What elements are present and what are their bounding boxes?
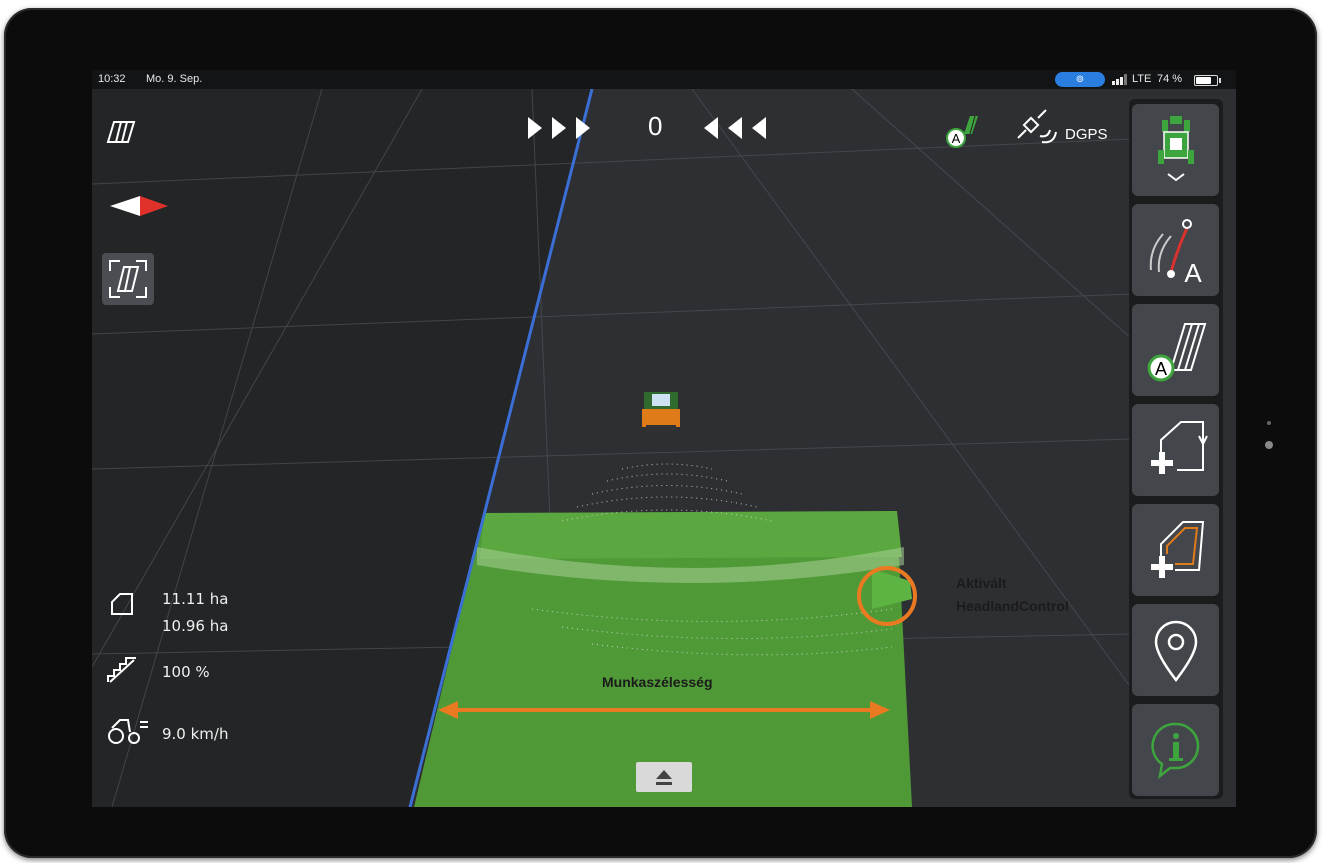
- area-icon: [111, 593, 133, 615]
- satellite-icon: [1017, 109, 1057, 144]
- svg-text:A: A: [952, 131, 961, 146]
- application-rate: 100 %: [162, 663, 210, 681]
- application-rate-icon: [107, 657, 136, 683]
- add-headland-icon: [1150, 521, 1204, 578]
- add-field-boundary-icon: [1150, 421, 1208, 474]
- auto-section-button[interactable]: A: [1132, 304, 1219, 396]
- hotspot-icon: ⊚: [1055, 72, 1105, 87]
- speed-value: 9.0 km/h: [162, 725, 229, 743]
- location-button[interactable]: [1132, 604, 1219, 696]
- info-icon: [1150, 722, 1199, 780]
- status-time: 10:32: [98, 73, 126, 85]
- headland-label-line1: Aktivált: [956, 575, 1007, 591]
- add-headland-button[interactable]: [1132, 504, 1219, 596]
- battery-percent: 74 %: [1157, 73, 1183, 85]
- area-total: 11.11 ha: [162, 590, 229, 608]
- implement-menu-button[interactable]: [1132, 104, 1219, 196]
- battery-icon: [1194, 75, 1221, 86]
- headland-label-line2: HeadlandControl: [956, 598, 1069, 614]
- network-type: LTE: [1132, 73, 1152, 85]
- signal-icon: [1112, 74, 1127, 85]
- svg-text:A: A: [1154, 359, 1166, 379]
- compass-icon[interactable]: [108, 192, 168, 218]
- guidance-line-a-icon: A: [1149, 219, 1202, 288]
- camera-sensor: [1267, 421, 1271, 425]
- guidance-offset: 0: [528, 109, 798, 149]
- working-width-label: Munkaszélesség: [602, 674, 713, 690]
- field-map[interactable]: [92, 89, 1236, 807]
- location-pin-icon: [1154, 620, 1197, 683]
- svg-text:A: A: [1184, 258, 1202, 288]
- status-bar: 10:32 Mo. 9. Sep. ⊚ LTE 74 %: [92, 70, 1236, 89]
- add-field-boundary-button[interactable]: [1132, 404, 1219, 496]
- zoom-fit-button[interactable]: [102, 253, 154, 305]
- gps-mode-label: DGPS: [1065, 126, 1108, 143]
- steer-left-arrows-icon: [704, 117, 766, 139]
- section-control-status-icon: A: [946, 115, 978, 148]
- battery-fill: [1196, 77, 1211, 84]
- app-screen: 10:32 Mo. 9. Sep. ⊚ LTE 74 % 0 A DGPS 11…: [92, 70, 1236, 807]
- camera-lens: [1265, 441, 1273, 449]
- headland-strip: [480, 511, 902, 559]
- tractor-implement-icon: [1157, 116, 1194, 182]
- steer-right-arrows-icon: [528, 117, 590, 139]
- offset-value: 0: [648, 111, 663, 141]
- info-button[interactable]: [1132, 704, 1219, 796]
- field-view-icon[interactable]: [104, 118, 138, 144]
- expand-panel-button[interactable]: [636, 762, 692, 792]
- status-date: Mo. 9. Sep.: [146, 73, 203, 85]
- speed-tractor-icon: [108, 719, 148, 744]
- auto-section-icon: A: [1147, 323, 1206, 382]
- area-worked: 10.96 ha: [162, 617, 229, 635]
- tractor-marker: [642, 392, 680, 431]
- zoom-fit-icon: [109, 260, 147, 298]
- eject-up-icon: [656, 770, 672, 785]
- guidance-line-button[interactable]: A: [1132, 204, 1219, 296]
